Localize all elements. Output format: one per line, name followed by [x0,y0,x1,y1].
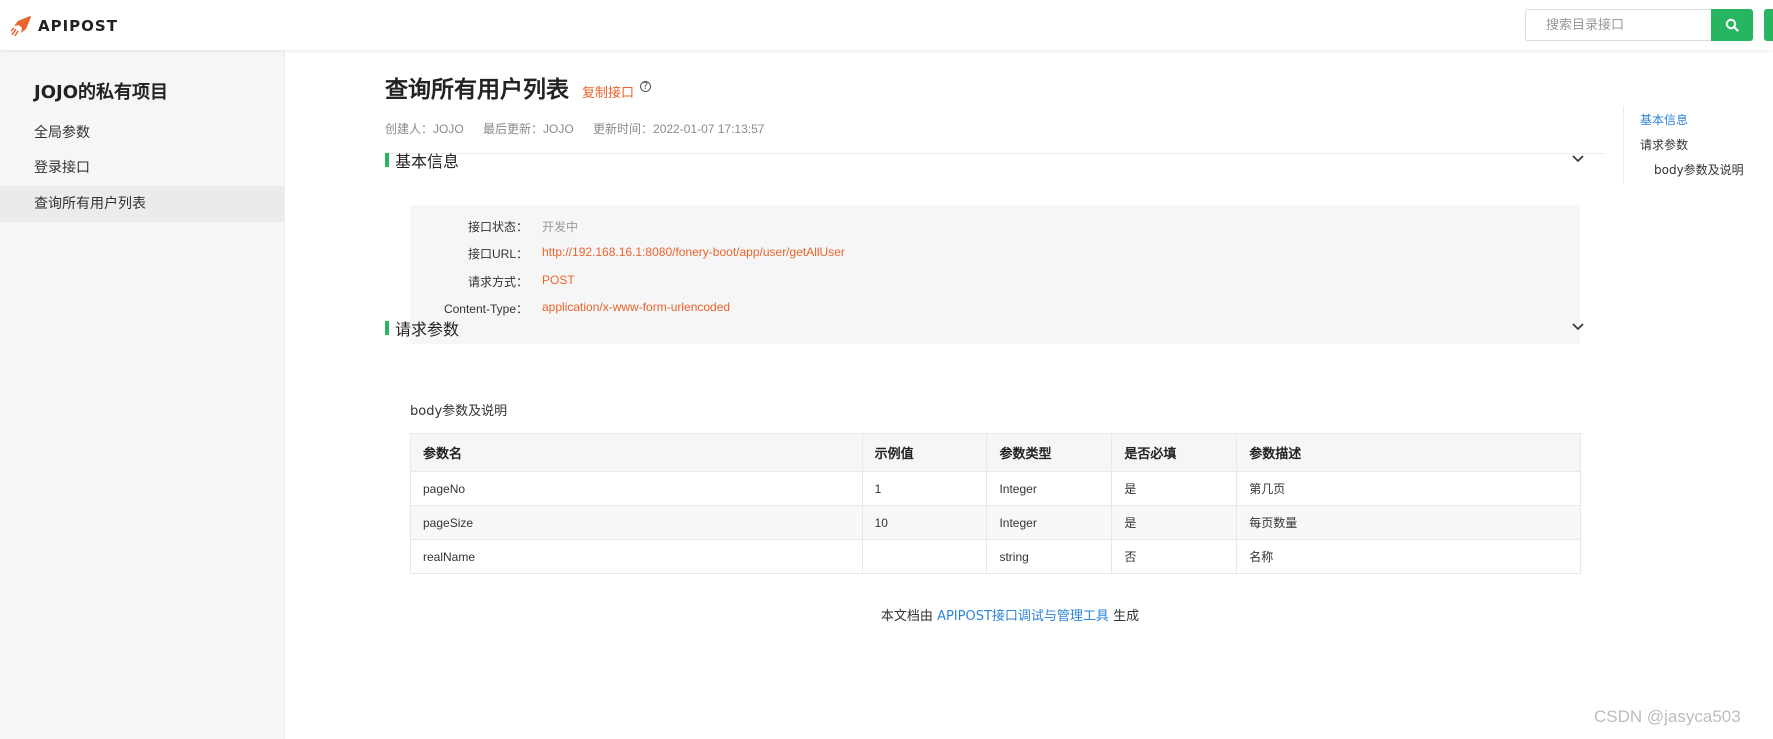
sidebar-item-global-params[interactable]: 全局参数 [0,115,285,151]
chevron-down-icon[interactable] [1571,319,1585,333]
table-cell: 每页数量 [1236,505,1581,540]
table-cell: 是 [1111,505,1238,540]
partial-button[interactable] [1764,9,1773,41]
last-updater: 最后更新：JOJO [483,122,574,136]
section-basic-info-header[interactable]: 基本信息 [385,148,1585,172]
table-cell [861,539,988,574]
table-cell: 是 [1111,471,1238,506]
info-value-url[interactable]: http://192.168.16.1:8080/fonery-boot/app… [542,245,845,259]
page-title: 查询所有用户列表 [385,77,569,103]
section-marker [385,321,389,335]
section-request-params-header[interactable]: 请求参数 [385,316,1585,340]
column-header: 参数类型 [986,433,1113,472]
project-title: JOJO的私有项目 [34,82,168,103]
top-bar: APIPOST 搜索目录接口 [0,0,1773,50]
column-header: 示例值 [861,433,988,472]
table-of-contents: 基本信息 请求参数 body参数及说明 [1623,106,1753,184]
body-params-label: body参数及说明 [410,404,508,419]
sidebar: JOJO的私有项目 全局参数 登录接口 查询所有用户列表 [0,50,285,739]
search-button[interactable] [1711,9,1753,41]
footer: 本文档由 APIPOST接口调试与管理工具 生成 [385,605,1635,624]
table-cell: realName [410,539,863,574]
section-marker [385,153,389,167]
logo-text: APIPOST [38,17,118,35]
rocket-logo-icon [10,16,31,37]
info-row-status: 接口状态： 开发中 [410,218,1580,238]
table-header-row: 参数名 示例值 参数类型 是否必填 参数描述 [410,433,1581,472]
info-label: 请求方式： [467,275,528,289]
table-row: pageNo 1 Integer 是 第几页 [410,471,1581,506]
footer-link[interactable]: APIPOST接口调试与管理工具 [937,609,1109,624]
search-icon [1725,18,1739,32]
info-label: 接口状态： [467,220,528,234]
info-row-method: 请求方式： POST [410,273,1580,293]
params-table: 参数名 示例值 参数类型 是否必填 参数描述 pageNo 1 Integer … [410,433,1581,574]
copy-api-link[interactable]: 复制接口 [582,82,634,101]
column-header: 参数名 [410,433,863,472]
table-cell: 1 [861,471,988,506]
table-cell: string [986,539,1113,574]
table-cell: Integer [986,471,1113,506]
footer-suffix: 生成 [1113,609,1140,624]
column-header: 参数描述 [1236,433,1581,472]
chevron-down-icon[interactable] [1571,151,1585,165]
info-row-url: 接口URL： http://192.168.16.1:8080/fonery-b… [410,245,1580,265]
sidebar-item-login-api[interactable]: 登录接口 [0,150,285,186]
footer-prefix: 本文档由 [880,609,933,624]
toc-item-basic-info[interactable]: 基本信息 [1640,111,1688,128]
updated-at: 更新时间：2022-01-07 17:13:57 [593,122,765,136]
info-label: 接口URL： [467,247,528,261]
logo[interactable]: APIPOST [10,14,118,38]
info-value-method: POST [542,273,575,287]
table-cell: 否 [1111,539,1238,574]
info-label: Content-Type： [443,302,528,316]
creator: 创建人：JOJO [385,122,464,136]
section-title: 请求参数 [395,320,460,339]
table-cell: 10 [861,505,988,540]
table-row: realName string 否 名称 [410,539,1581,574]
table-cell: 名称 [1236,539,1581,574]
section-title: 基本信息 [395,152,460,171]
table-cell: Integer [986,505,1113,540]
toc-item-body-params[interactable]: body参数及说明 [1654,161,1744,178]
info-value-content-type: application/x-www-form-urlencoded [542,300,731,314]
table-cell: 第几页 [1236,471,1581,506]
watermark: CSDN @jasyca503 [1594,707,1741,726]
table-cell: pageNo [410,471,863,506]
table-row: pageSize 10 Integer 是 每页数量 [410,505,1581,540]
title-row: 查询所有用户列表 复制接口 ? [385,70,652,104]
table-cell: pageSize [410,505,863,540]
search-placeholder: 搜索目录接口 [1546,17,1625,32]
column-header: 是否必填 [1111,433,1238,472]
sidebar-item-query-users[interactable]: 查询所有用户列表 [0,186,285,222]
info-value-status: 开发中 [542,220,579,234]
meta-info: 创建人：JOJO 最后更新：JOJO 更新时间：2022-01-07 17:13… [385,120,780,137]
search-input[interactable]: 搜索目录接口 [1525,9,1711,41]
toc-item-request-params[interactable]: 请求参数 [1640,136,1688,153]
help-icon[interactable]: ? [640,81,652,92]
